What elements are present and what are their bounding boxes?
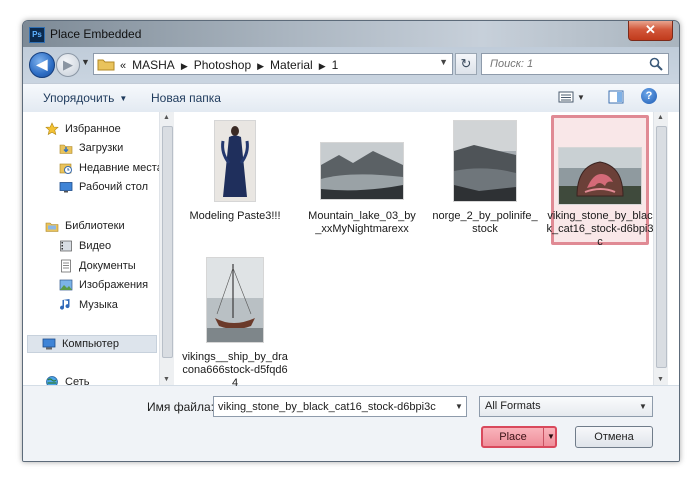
search-box (481, 53, 669, 75)
scrollbar-thumb[interactable] (162, 126, 173, 358)
search-icon[interactable] (649, 57, 663, 71)
chevron-down-icon: ▼ (119, 94, 128, 103)
scroll-up-icon[interactable]: ▲ (163, 114, 170, 121)
sidebar-item-label: Библиотеки (65, 220, 125, 232)
window-title: Place Embedded (50, 27, 142, 41)
command-bar: Упорядочить ▼ Новая папка ▼ ? (23, 83, 679, 113)
filename-dropdown-icon[interactable]: ▼ (455, 402, 463, 411)
sidebar-item-label: Недавние места (79, 162, 159, 174)
filename-input[interactable] (213, 396, 467, 417)
sidebar-item-computer[interactable]: Компьютер (27, 335, 157, 353)
cancel-button[interactable]: Отмена (575, 426, 653, 448)
scroll-down-icon[interactable]: ▼ (163, 376, 170, 383)
recent-pages-dropdown[interactable]: ▼ (81, 57, 90, 67)
file-item-modeling-paste3[interactable]: Modeling Paste3!!! (180, 120, 290, 260)
dialog-content: Избранное Загрузки Недавние места Рабочи… (23, 112, 679, 389)
video-icon (60, 240, 72, 252)
breadcrumb-photoshop[interactable]: Photoshop (194, 58, 251, 72)
downloads-icon (59, 144, 73, 154)
breadcrumb-1[interactable]: 1 (332, 58, 339, 72)
sidebar-item-label: Изображения (79, 279, 149, 291)
refresh-icon: ↻ (460, 56, 472, 71)
file-thumbnail (320, 142, 404, 200)
file-name: vikings__ship_by_dracona666stock-d5fqd64 (182, 351, 288, 389)
scroll-up-icon[interactable]: ▲ (657, 114, 664, 121)
preview-pane-icon[interactable] (607, 89, 625, 105)
documents-icon (61, 259, 71, 273)
file-list-scrollbar[interactable]: ▲ ▼ (653, 112, 668, 385)
photoshop-app-icon: Ps (29, 27, 45, 43)
folder-icon (97, 59, 115, 71)
forward-button[interactable]: ▶ (56, 53, 80, 77)
file-item-norge-2[interactable]: norge_2_by_polinife_stock (430, 120, 540, 260)
scrollbar-thumb[interactable] (656, 126, 667, 368)
navigation-row: ◀ ▶ ▼ « MASHA ▶ Photoshop ▶ Material ▶ 1 ▼ ↻ (23, 49, 679, 81)
organize-label: Упорядочить (43, 91, 115, 105)
sidebar-item-label: Избранное (65, 123, 121, 135)
file-thumbnail (206, 257, 264, 343)
help-icon: ? (645, 90, 653, 102)
sidebar-item-label: Музыка (79, 299, 118, 311)
back-button[interactable]: ◀ (29, 52, 55, 78)
chevron-down-icon[interactable]: ▼ (639, 402, 647, 411)
view-options-dropdown-icon[interactable]: ▼ (577, 93, 585, 102)
file-thumbnail (453, 120, 517, 202)
file-name: Mountain_lake_03_by_xxMyNightmarexx (308, 210, 416, 235)
recent-places-icon (59, 163, 72, 174)
breadcrumb-separator-icon[interactable]: ▶ (257, 61, 264, 72)
address-dropdown-icon[interactable]: ▼ (439, 57, 448, 67)
file-thumbnail (214, 120, 256, 202)
search-input[interactable] (482, 54, 650, 74)
pictures-icon (59, 279, 73, 291)
place-options-dropdown-icon[interactable]: ▼ (543, 428, 558, 446)
place-embedded-dialog: Ps Place Embedded ✕ ◀ ▶ ▼ « MASHA ▶ Photosh… (22, 20, 680, 462)
close-button[interactable]: ✕ (628, 21, 673, 41)
change-view-icon[interactable] (557, 89, 575, 105)
sidebar-item-label: Видео (79, 240, 112, 252)
breadcrumb-separator-icon[interactable]: ▶ (319, 61, 326, 72)
file-name: viking_stone_by_black_cat16_stock-d6bpi3… (546, 210, 654, 248)
breadcrumb-separator-icon[interactable]: ▶ (181, 61, 188, 72)
breadcrumb-material[interactable]: Material (270, 58, 313, 72)
new-folder-button[interactable]: Новая папка (151, 91, 221, 105)
place-button[interactable]: Place ▼ (481, 426, 557, 448)
back-arrow-icon: ◀ (36, 56, 48, 72)
title-bar[interactable]: Ps Place Embedded ✕ (23, 21, 679, 47)
scroll-down-icon[interactable]: ▼ (657, 376, 664, 383)
computer-icon (42, 338, 56, 350)
file-format-select[interactable]: All Formats (479, 396, 653, 417)
navigation-pane-scrollbar[interactable]: ▲ ▼ (159, 112, 174, 385)
sidebar-item-label: Документы (79, 260, 136, 272)
dialog-footer: Имя файла: ▼ All Formats ▼ Place ▼ Отмен… (23, 386, 679, 461)
file-item-viking-stone[interactable]: viking_stone_by_black_cat16_stock-d6bpi3… (545, 115, 655, 255)
file-thumbnail (558, 147, 642, 205)
breadcrumb-overflow[interactable]: « (120, 60, 126, 72)
breadcrumb-masha[interactable]: MASHA (132, 58, 175, 72)
file-name: norge_2_by_polinife_stock (432, 210, 538, 235)
close-icon: ✕ (645, 22, 656, 37)
help-button[interactable]: ? (641, 88, 657, 104)
file-name: Modeling Paste3!!! (189, 210, 281, 222)
sidebar-item-label: Сеть (65, 376, 90, 385)
refresh-button[interactable]: ↻ (455, 53, 477, 75)
sidebar-item-label: Загрузки (79, 142, 124, 154)
file-item-mountain-lake[interactable]: Mountain_lake_03_by_xxMyNightmarexx (307, 120, 417, 260)
place-button-label: Place (499, 431, 527, 443)
navigation-pane: Избранное Загрузки Недавние места Рабочи… (23, 112, 159, 385)
organize-menu[interactable]: Упорядочить ▼ (43, 91, 127, 105)
forward-arrow-icon: ▶ (63, 57, 73, 72)
file-item-vikings-ship[interactable]: vikings__ship_by_dracona666stock-d5fqd64 (180, 257, 290, 397)
music-icon (60, 299, 70, 310)
star-icon (45, 122, 59, 136)
sidebar-item-label: Компьютер (62, 338, 119, 350)
desktop-icon (59, 182, 73, 193)
libraries-icon (45, 222, 59, 232)
network-icon (46, 376, 58, 385)
filename-label: Имя файла: (147, 400, 214, 414)
sidebar-item-label: Рабочий стол (79, 181, 149, 193)
file-format-value: All Formats (485, 400, 541, 412)
address-bar[interactable]: « MASHA ▶ Photoshop ▶ Material ▶ 1 ▼ (93, 53, 453, 75)
file-list: Modeling Paste3!!! Mountain_lake_03_by_x… (175, 112, 654, 389)
breadcrumb: « MASHA ▶ Photoshop ▶ Material ▶ 1 (120, 58, 338, 72)
